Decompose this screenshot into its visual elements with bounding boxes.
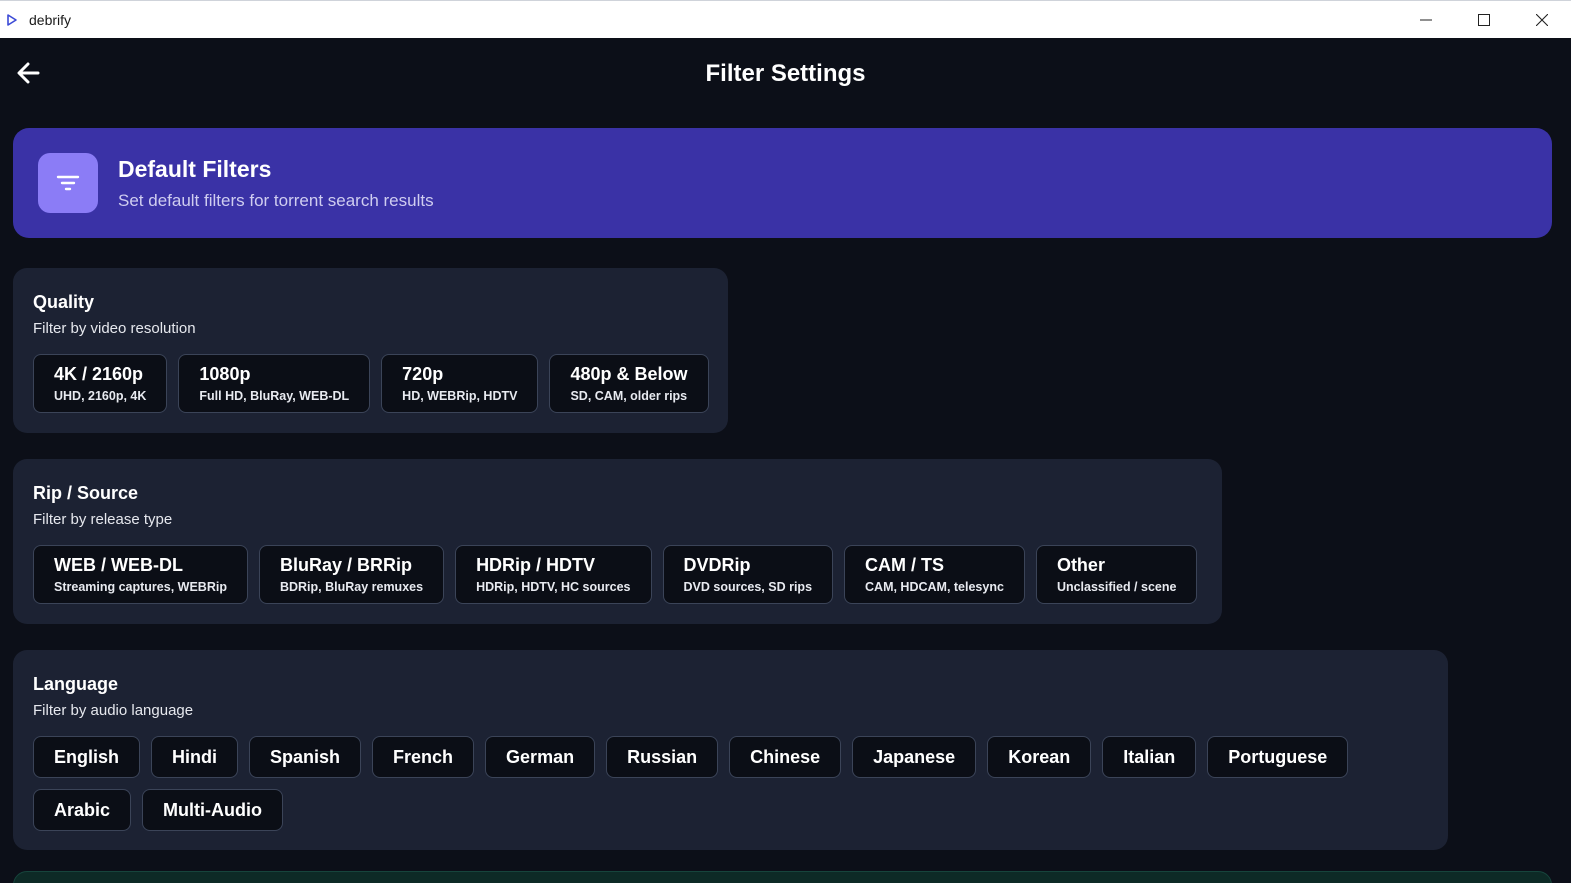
minimize-icon [1420,19,1432,21]
default-filters-banner: Default Filters Set default filters for … [13,128,1552,238]
rip-option-cam[interactable]: CAM / TS CAM, HDCAM, telesync [844,545,1025,604]
language-option-spanish[interactable]: Spanish [249,736,362,778]
minimize-button[interactable] [1397,1,1455,39]
rip-options: WEB / WEB-DL Streaming captures, WEBRip … [33,545,1198,604]
close-icon [1536,14,1548,26]
quality-option-480p[interactable]: 480p & Below SD, CAM, older rips [549,354,709,413]
window-title: debrify [29,12,72,28]
section-title: Rip / Source [33,483,139,503]
option-description: Streaming captures, WEBRip [54,580,227,594]
option-description: CAM, HDCAM, telesync [865,580,1004,594]
option-label: DVDRip [683,555,751,575]
filter-icon [38,153,98,213]
language-option-arabic[interactable]: Arabic [33,789,132,831]
option-description: Unclassified / scene [1056,580,1177,594]
option-description: Full HD, BluRay, WEB-DL [199,389,350,403]
language-option-hindi[interactable]: Hindi [151,736,239,778]
quality-options: 4K / 2160p UHD, 2160p, 4K 1080p Full HD,… [33,354,709,413]
banner-title: Default Filters [118,156,272,182]
window-titlebar: debrify [0,0,1571,38]
rip-option-other[interactable]: Other Unclassified / scene [1035,545,1198,604]
rip-option-web[interactable]: WEB / WEB-DL Streaming captures, WEBRip [33,545,248,604]
section-subtitle: Filter by audio language [33,702,194,719]
quality-option-4k[interactable]: 4K / 2160p UHD, 2160p, 4K [33,354,168,413]
option-description: UHD, 2160p, 4K [54,389,147,403]
app-logo-icon [7,14,17,26]
option-label: 1080p [199,364,251,384]
option-label: WEB / WEB-DL [54,555,183,575]
option-description: DVD sources, SD rips [683,580,813,594]
option-description: BDRip, BluRay remuxes [279,580,424,594]
maximize-button[interactable] [1455,1,1513,39]
language-option-russian[interactable]: Russian [606,736,719,778]
quality-option-1080p[interactable]: 1080p Full HD, BluRay, WEB-DL [178,354,371,413]
language-option-english[interactable]: English [33,736,141,778]
option-label: BluRay / BRRip [279,555,412,575]
option-label: 720p [402,364,444,384]
language-option-portuguese[interactable]: Portuguese [1207,736,1349,778]
language-options: English Hindi Spanish French German Russ… [33,736,1433,831]
section-subtitle: Filter by video resolution [33,320,196,337]
language-option-french[interactable]: French [372,736,475,778]
page-title: Filter Settings [705,60,866,87]
quality-section: Quality Filter by video resolution 4K / … [13,268,728,433]
option-description: HD, WEBRip, HDTV [402,389,518,403]
rip-option-hdrip[interactable]: HDRip / HDTV HDRip, HDTV, HC sources [455,545,652,604]
option-label: 480p & Below [570,364,688,384]
language-option-korean[interactable]: Korean [987,736,1092,778]
language-option-multi-audio[interactable]: Multi-Audio [142,789,283,831]
language-section: Language Filter by audio language Englis… [13,650,1448,850]
rip-source-section: Rip / Source Filter by release type WEB … [13,459,1222,624]
rip-option-dvdrip[interactable]: DVDRip DVD sources, SD rips [662,545,834,604]
option-label: HDRip / HDTV [476,555,596,575]
quality-option-720p[interactable]: 720p HD, WEBRip, HDTV [381,354,539,413]
option-description: SD, CAM, older rips [570,389,688,403]
language-option-italian[interactable]: Italian [1102,736,1197,778]
option-description: HDRip, HDTV, HC sources [476,580,631,594]
option-label: CAM / TS [865,555,945,575]
close-button[interactable] [1513,1,1571,39]
option-label: 4K / 2160p [54,364,144,384]
language-option-chinese[interactable]: Chinese [729,736,842,778]
section-subtitle: Filter by release type [33,511,173,528]
section-title: Language [33,674,119,694]
language-option-japanese[interactable]: Japanese [852,736,977,778]
section-title: Quality [33,292,95,312]
rip-option-bluray[interactable]: BluRay / BRRip BDRip, BluRay remuxes [258,545,445,604]
banner-subtitle: Set default filters for torrent search r… [118,191,434,210]
maximize-icon [1478,14,1490,26]
next-section-card [13,871,1552,883]
language-option-german[interactable]: German [485,736,596,778]
option-label: Other [1056,555,1105,575]
